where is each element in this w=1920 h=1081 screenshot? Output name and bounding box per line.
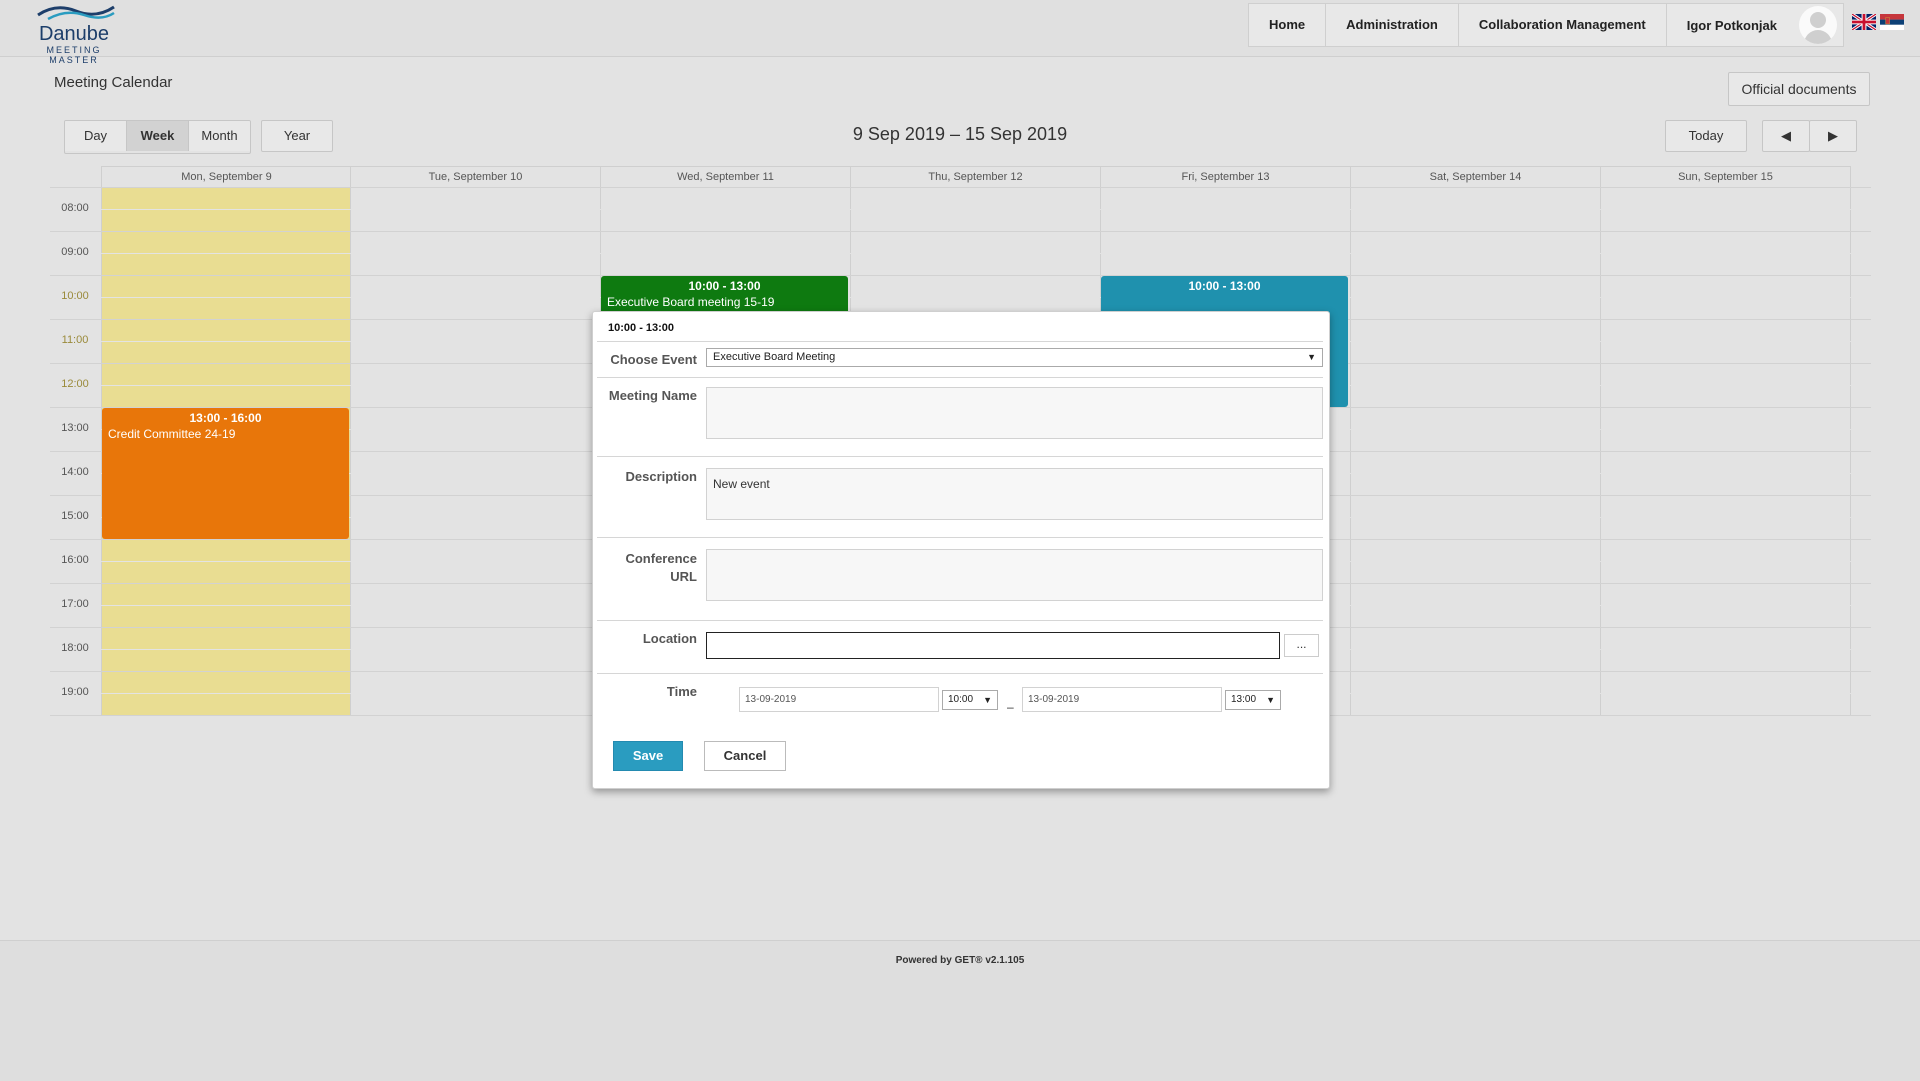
month-view-button[interactable]: Month [189, 121, 250, 151]
day-header: Sun, September 15 [1600, 166, 1850, 187]
nav-collaboration-management[interactable]: Collaboration Management [1459, 4, 1667, 46]
page-title: Meeting Calendar [54, 74, 173, 91]
dropdown-arrow-icon: ▼ [983, 695, 992, 705]
chevron-left-icon: ◀ [1781, 128, 1791, 143]
app-header: Danube MEETING MASTER Home Administratio… [0, 0, 1920, 65]
today-button[interactable]: Today [1665, 120, 1747, 152]
time-slot-label: 17:00 [61, 598, 89, 610]
end-date-input[interactable]: 13-09-2019 [1022, 687, 1222, 712]
event-time: 10:00 - 13:00 [688, 279, 761, 293]
nav-home[interactable]: Home [1249, 4, 1327, 46]
view-switcher: Day Week Month [64, 120, 251, 154]
day-header: Mon, September 9 [101, 166, 351, 187]
start-date-input[interactable]: 13-09-2019 [739, 687, 939, 712]
choose-event-value: Executive Board Meeting [713, 351, 836, 363]
time-slot-label: 09:00 [61, 246, 89, 258]
time-slot-label: 10:00 [61, 290, 89, 302]
conference-url-label: Conference URL [625, 551, 697, 584]
user-name: Igor Potkonjak [1686, 17, 1778, 33]
time-slot-label: 16:00 [61, 554, 89, 566]
wave-logo-icon [37, 5, 115, 21]
day-header: Sat, September 14 [1350, 166, 1600, 187]
avatar [1799, 6, 1838, 44]
event-title: Executive Board meeting 15-19 [607, 295, 775, 309]
choose-event-select[interactable]: Executive Board Meeting ▼ [706, 348, 1323, 367]
description-label: Description [625, 469, 697, 484]
day-header: Tue, September 10 [350, 166, 600, 187]
uk-flag-icon[interactable] [1852, 14, 1876, 30]
chevron-right-icon: ▶ [1828, 128, 1838, 143]
location-label: Location [642, 631, 697, 646]
dialog-title: 10:00 - 13:00 [608, 322, 675, 334]
year-view-button[interactable]: Year [261, 120, 333, 152]
start-time-select[interactable]: 10:00 ▼ [942, 690, 998, 710]
event-dialog: 10:00 - 13:00 Choose Event Executive Boa… [592, 311, 1330, 789]
prev-week-button[interactable]: ◀ [1762, 120, 1810, 152]
time-slot-label: 08:00 [61, 202, 89, 214]
time-slot-label: 19:00 [61, 686, 89, 698]
official-documents-button[interactable]: Official documents [1728, 72, 1870, 106]
event-title: Credit Committee 24-19 [108, 427, 236, 441]
time-label: Time [666, 684, 697, 699]
day-view-button[interactable]: Day [65, 121, 127, 151]
meeting-name-label: Meeting Name [608, 388, 697, 403]
location-input[interactable] [706, 632, 1280, 659]
save-button[interactable]: Save [613, 741, 683, 771]
cancel-button[interactable]: Cancel [704, 741, 786, 771]
next-week-button[interactable]: ▶ [1809, 120, 1857, 152]
end-time-select[interactable]: 13:00 ▼ [1225, 690, 1281, 710]
calendar-event[interactable]: 13:00 - 16:00 Credit Committee 24-19 [102, 408, 349, 539]
day-header: Thu, September 12 [850, 166, 1100, 187]
week-view-button[interactable]: Week [127, 121, 189, 151]
time-slot-label: 15:00 [61, 510, 89, 522]
event-time: 13:00 - 16:00 [189, 411, 262, 425]
time-range-separator: – [1007, 700, 1014, 714]
app-footer: Powered by GET® v2.1.105 [0, 940, 1920, 1081]
logo-title: Danube [38, 23, 110, 45]
time-slot-label: 14:00 [61, 466, 89, 478]
danube-logo[interactable]: Danube MEETING MASTER [22, 3, 132, 65]
nav-administration[interactable]: Administration [1326, 4, 1459, 46]
day-header: Fri, September 13 [1100, 166, 1350, 187]
user-menu[interactable]: Igor Potkonjak [1667, 4, 1843, 46]
logo-subtitle: MEETING MASTER [46, 45, 102, 65]
powered-by-text: Powered by GET® v2.1.105 [895, 955, 1025, 966]
location-picker-button[interactable]: ... [1284, 634, 1319, 657]
time-slot-label: 13:00 [61, 422, 89, 434]
choose-event-label: Choose Event [610, 352, 697, 367]
time-slot-label: 11:00 [61, 334, 89, 346]
description-field[interactable]: New event [706, 468, 1323, 520]
top-navigation: Home Administration Collaboration Manage… [1248, 3, 1845, 47]
serbian-flag-icon[interactable] [1880, 14, 1904, 30]
dropdown-arrow-icon: ▼ [1266, 695, 1275, 705]
time-slot-label: 12:00 [61, 378, 89, 390]
time-slot-label: 18:00 [61, 642, 89, 654]
event-time: 10:00 - 13:00 [1188, 279, 1261, 293]
dropdown-arrow-icon: ▼ [1307, 352, 1316, 362]
meeting-name-field[interactable] [706, 387, 1323, 439]
day-header: Wed, September 11 [600, 166, 850, 187]
conference-url-field[interactable] [706, 549, 1323, 601]
calendar-date-range: 9 Sep 2019 – 15 Sep 2019 [852, 124, 1068, 144]
